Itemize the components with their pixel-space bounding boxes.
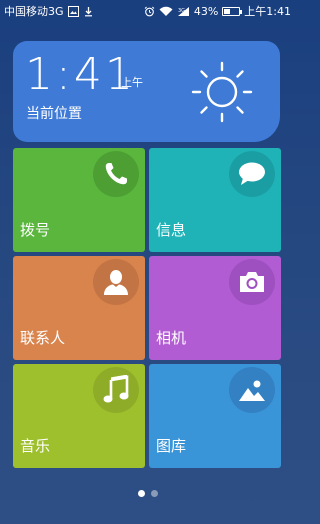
tile-label: 联系人 [20,329,66,347]
contact-icon [93,259,139,305]
battery-percent: 43% [193,4,219,18]
status-bar-left: 中国移动3G [4,3,94,19]
camera-icon [229,259,275,305]
widget-time: 1:41 [25,49,136,100]
download-icon [83,6,94,17]
tile-contacts[interactable]: 联系人 [13,256,145,360]
widget-location: 当前位置 [26,106,82,122]
gallery-icon [229,367,275,413]
tile-camera[interactable]: 相机 [149,256,281,360]
sun-icon [189,59,255,125]
tile-label: 信息 [156,221,187,239]
alarm-icon [144,6,155,17]
page-dot-2[interactable] [150,490,158,497]
svg-text:3G: 3G [178,8,185,14]
battery-level [224,8,231,14]
status-bar-right: 3G 43% 上午1:41 [144,3,291,19]
music-icon [93,367,139,413]
tile-label: 拨号 [20,221,51,239]
tile-messages[interactable]: 信息 [149,148,281,252]
page-dot-1[interactable] [137,490,145,497]
tile-label: 音乐 [20,437,51,455]
image-icon [67,5,79,17]
phone-icon [93,151,139,197]
message-icon [229,151,275,197]
weather-clock-widget[interactable]: 1:41 上午 当前位置 [13,41,280,142]
widget-ampm: 上午 [121,76,143,89]
tile-label: 图库 [156,437,187,455]
battery-icon [222,6,243,16]
tile-dial[interactable]: 拨号 [13,148,145,252]
carrier-name: 中国移动3G [4,5,64,18]
tile-label: 相机 [156,329,187,347]
status-bar: 中国移动3G 3G 43% 上午1:41 [0,0,295,22]
wifi-icon [159,6,173,17]
signal-icon: 3G [177,6,190,17]
tile-gallery[interactable]: 图库 [149,364,281,468]
status-clock: 上午1:41 [244,5,291,18]
tile-music[interactable]: 音乐 [13,364,145,468]
page-indicator [0,490,295,497]
